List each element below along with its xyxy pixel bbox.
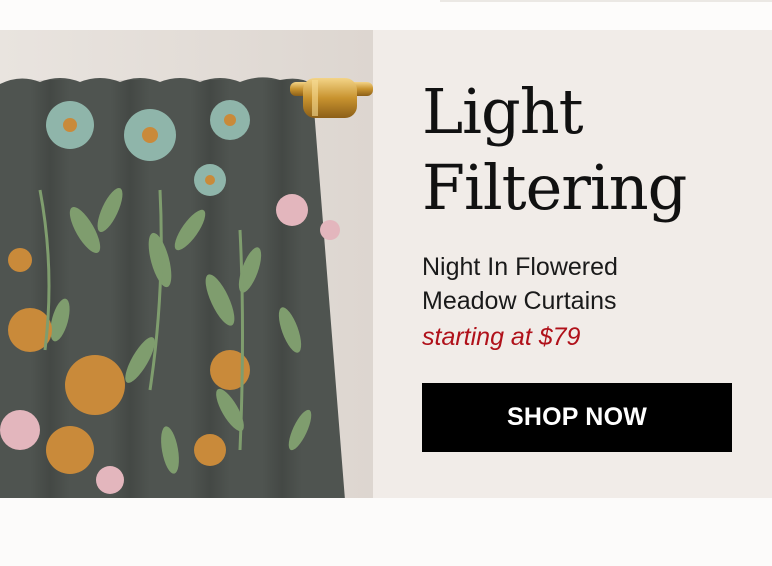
top-divider xyxy=(440,0,772,2)
banner-copy: Light Filtering Night In Flowered Meadow… xyxy=(422,30,762,498)
curtain-product-image[interactable] xyxy=(0,30,373,498)
product-name-line-2: Meadow Curtains xyxy=(422,287,617,315)
top-strip xyxy=(0,0,772,30)
headline-line-2: Filtering xyxy=(422,151,687,224)
shop-now-button[interactable]: SHOP NOW xyxy=(422,383,732,452)
price-text: starting at $79 xyxy=(422,323,581,351)
headline: Light Filtering xyxy=(422,74,687,226)
product-name-line-1: Night In Flowered xyxy=(422,253,618,281)
footer-strip xyxy=(0,498,772,566)
product-name: Night In Flowered Meadow Curtains xyxy=(422,250,618,318)
headline-line-1: Light xyxy=(422,75,584,148)
